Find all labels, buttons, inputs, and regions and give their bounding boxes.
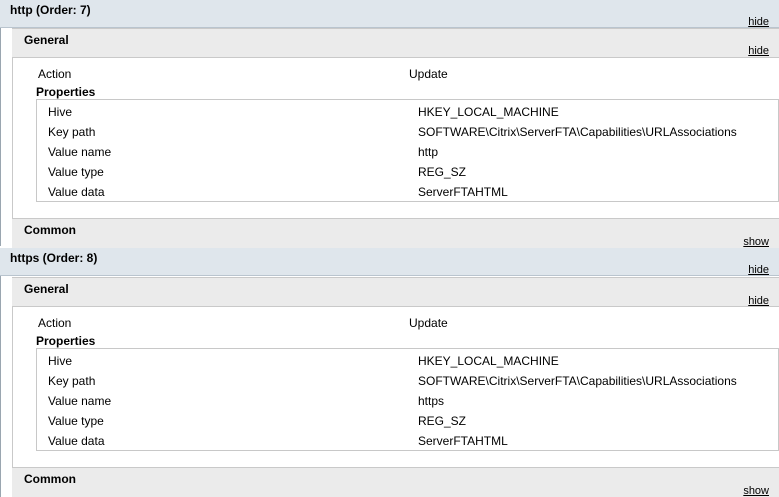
property-key: Value data	[48, 434, 105, 448]
property-value: HKEY_LOCAL_MACHINE	[418, 354, 559, 368]
common-section-header: Common show	[12, 218, 779, 248]
property-row: Key path SOFTWARE\Citrix\ServerFTA\Capab…	[37, 122, 778, 142]
general-title: General	[24, 33, 69, 47]
action-label: Action	[38, 67, 72, 81]
property-key: Hive	[48, 105, 73, 119]
common-show-link[interactable]: show	[743, 236, 769, 248]
property-key: Value name	[48, 394, 112, 408]
common-section-header: Common show	[12, 467, 779, 497]
property-row: Value name https	[37, 391, 778, 411]
item-title: http (Order: 7)	[10, 3, 91, 17]
property-row: Value name http	[37, 142, 778, 162]
general-section-header: General hide	[12, 277, 779, 307]
property-value: http	[418, 145, 439, 159]
property-key: Value data	[48, 185, 105, 199]
property-row: Value data ServerFTAHTML	[37, 182, 778, 202]
property-row: Key path SOFTWARE\Citrix\ServerFTA\Capab…	[37, 371, 778, 391]
property-row: Hive HKEY_LOCAL_MACHINE	[37, 102, 778, 122]
item-title: https (Order: 8)	[10, 251, 98, 265]
property-key: Value name	[48, 145, 112, 159]
property-value: https	[418, 394, 445, 408]
tree-guide-line	[0, 0, 1, 246]
property-value: HKEY_LOCAL_MACHINE	[418, 105, 559, 119]
property-value: ServerFTAHTML	[418, 434, 508, 448]
action-label: Action	[38, 316, 72, 330]
property-value: SOFTWARE\Citrix\ServerFTA\Capabilities\U…	[418, 125, 737, 139]
property-key: Key path	[48, 374, 96, 388]
properties-table: Hive HKEY_LOCAL_MACHINE Key path SOFTWAR…	[36, 348, 779, 451]
item-hide-link[interactable]: hide	[748, 264, 769, 276]
property-row: Value type REG_SZ	[37, 162, 778, 182]
general-hide-link[interactable]: hide	[748, 45, 769, 57]
tree-guide-line	[0, 248, 1, 497]
property-row: Value data ServerFTAHTML	[37, 431, 778, 451]
properties-label: Properties	[36, 334, 96, 348]
general-hide-link[interactable]: hide	[748, 295, 769, 307]
general-title: General	[24, 282, 69, 296]
action-value: Update	[409, 316, 448, 330]
item-hide-link[interactable]: hide	[748, 16, 769, 28]
property-key: Hive	[48, 354, 73, 368]
property-row: Hive HKEY_LOCAL_MACHINE	[37, 351, 778, 371]
property-value: REG_SZ	[418, 165, 467, 179]
general-section-header: General hide	[12, 28, 779, 58]
action-value: Update	[409, 67, 448, 81]
common-title: Common	[24, 472, 76, 486]
item-header-https: https (Order: 8) hide	[0, 248, 779, 276]
property-key: Value type	[48, 414, 104, 428]
properties-table: Hive HKEY_LOCAL_MACHINE Key path SOFTWAR…	[36, 99, 779, 202]
property-value: REG_SZ	[418, 414, 467, 428]
property-key: Value type	[48, 165, 104, 179]
property-row: Value type REG_SZ	[37, 411, 778, 431]
common-show-link[interactable]: show	[743, 485, 769, 497]
properties-label: Properties	[36, 85, 96, 99]
property-key: Key path	[48, 125, 96, 139]
property-value: SOFTWARE\Citrix\ServerFTA\Capabilities\U…	[418, 374, 737, 388]
common-title: Common	[24, 223, 76, 237]
property-value: ServerFTAHTML	[418, 185, 508, 199]
item-header-http: http (Order: 7) hide	[0, 0, 779, 28]
